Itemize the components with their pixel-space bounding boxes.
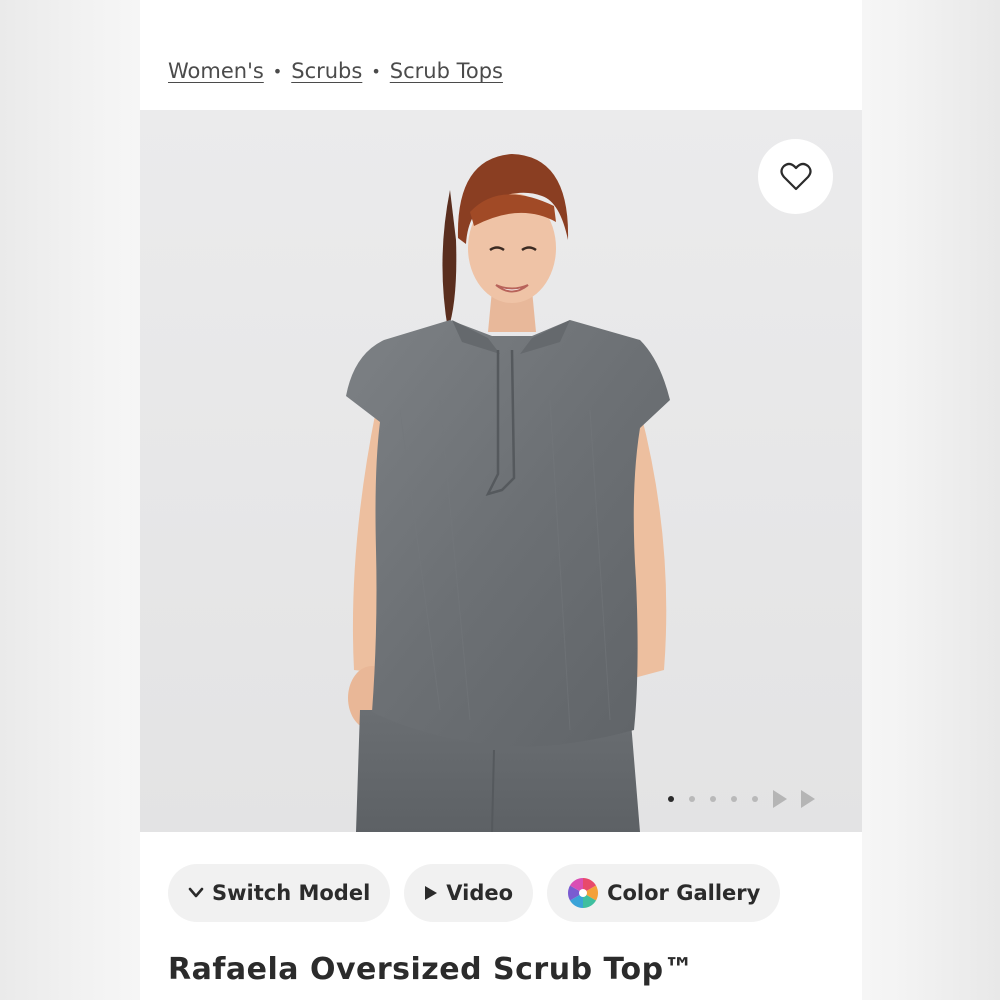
- product-title: Rafaela Oversized Scrub Top™: [168, 952, 695, 987]
- left-margin-background: [0, 0, 140, 1000]
- heart-icon: [779, 162, 812, 190]
- play-icon: [424, 885, 438, 901]
- breadcrumb-link-scrub-tops[interactable]: Scrub Tops: [390, 59, 503, 83]
- color-gallery-button[interactable]: Color Gallery: [547, 864, 781, 922]
- breadcrumb-link-womens[interactable]: Women's: [168, 59, 264, 83]
- carousel-dot[interactable]: [752, 796, 758, 802]
- carousel-dot[interactable]: [710, 796, 716, 802]
- carousel-dot[interactable]: [731, 796, 737, 802]
- carousel-dot-active[interactable]: [668, 796, 674, 802]
- breadcrumb-link-scrubs[interactable]: Scrubs: [291, 59, 362, 83]
- play-icon[interactable]: [801, 790, 815, 808]
- favorite-button[interactable]: [758, 139, 833, 214]
- right-margin-background: [862, 0, 1000, 1000]
- carousel-pagination: [668, 790, 829, 808]
- site-logo-partial[interactable]: [140, 0, 862, 8]
- carousel-dot[interactable]: [689, 796, 695, 802]
- breadcrumb: Women's • Scrubs • Scrub Tops: [168, 56, 503, 86]
- switch-model-label: Switch Model: [212, 881, 371, 905]
- chevron-down-icon: [188, 887, 204, 899]
- switch-model-button[interactable]: Switch Model: [168, 864, 391, 922]
- color-wheel-icon: [567, 877, 599, 909]
- video-button[interactable]: Video: [404, 864, 534, 922]
- product-image-carousel[interactable]: [140, 110, 862, 832]
- breadcrumb-separator: •: [371, 61, 381, 81]
- color-gallery-label: Color Gallery: [607, 881, 761, 905]
- breadcrumb-separator: •: [272, 61, 283, 81]
- video-label: Video: [446, 881, 514, 905]
- product-photo: [140, 110, 862, 832]
- media-action-chips: Switch Model Video Color Gallery: [168, 864, 794, 922]
- product-page: Women's • Scrubs • Scrub Tops Switch Mod…: [140, 0, 862, 1000]
- play-icon[interactable]: [773, 790, 787, 808]
